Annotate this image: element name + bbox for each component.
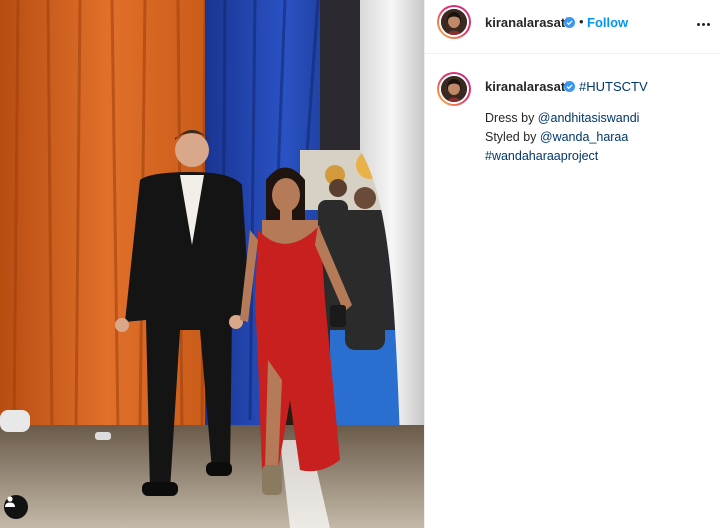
event-photo-illustration [0, 0, 424, 528]
caption-username-link[interactable]: kiranalarasati [485, 79, 569, 94]
verified-badge-icon [564, 81, 575, 92]
user-tag-icon [5, 496, 15, 507]
post-header: kiranalarasati • Follow [425, 0, 719, 54]
user-tag-button[interactable] [4, 495, 28, 519]
caption-line-hashtag: #wandaharaaproject [485, 147, 639, 166]
profile-avatar[interactable] [437, 5, 471, 39]
mention-wanda-haraa[interactable]: @wanda_haraa [540, 130, 628, 144]
avatar-photo [441, 9, 467, 35]
verified-badge-icon [564, 17, 575, 28]
hashtag-wandaharaaproject[interactable]: #wandaharaaproject [485, 149, 598, 163]
mention-andhitasiswandi[interactable]: @andhitasiswandi [538, 111, 640, 125]
more-options-icon[interactable] [693, 14, 713, 34]
hashtag-hutsctv[interactable]: #HUTSCTV [579, 79, 648, 94]
avatar-photo [441, 76, 467, 102]
caption-line-styled: Styled by @wanda_haraa [485, 128, 639, 147]
post-sidebar: kiranalarasati • Follow kiranalarasati #… [424, 0, 719, 528]
post-photo[interactable] [0, 0, 424, 528]
caption-text: Dress by @andhitasiswandi Styled by @wan… [485, 109, 639, 166]
separator-dot: • [579, 14, 584, 29]
caption-avatar[interactable] [437, 72, 471, 106]
follow-button[interactable]: Follow [587, 15, 628, 30]
caption-styled-prefix: Styled by [485, 130, 540, 144]
caption-dress-prefix: Dress by [485, 111, 538, 125]
caption-line-dress: Dress by @andhitasiswandi [485, 109, 639, 128]
username-link[interactable]: kiranalarasati [485, 15, 569, 30]
